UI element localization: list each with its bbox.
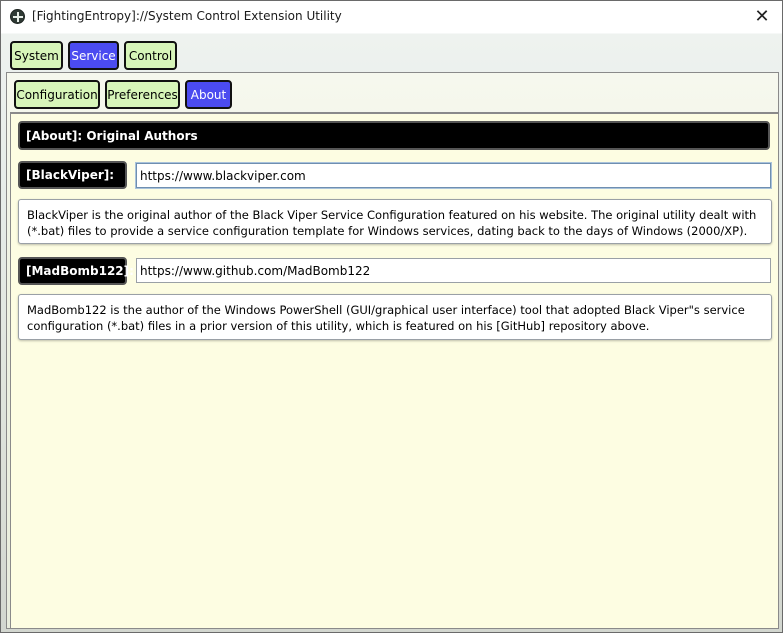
about-tab-panel <box>10 112 779 629</box>
about-header: [About]: Original Authors <box>18 121 770 150</box>
tab-service[interactable]: Service <box>68 41 119 70</box>
app-window: [FightingEntropy]://System Control Exten… <box>0 0 783 633</box>
tab-preferences[interactable]: Preferences <box>105 80 180 109</box>
madbomb122-label: [MadBomb122]: <box>18 257 134 285</box>
blackviper-url-field[interactable] <box>136 163 771 188</box>
blackviper-label: [BlackViper]: <box>18 161 127 189</box>
madbomb122-description: MadBomb122 is the author of the Windows … <box>18 294 772 340</box>
main-tab-bar: System Service Control <box>10 41 177 70</box>
title-bar: [FightingEntropy]://System Control Exten… <box>1 1 782 32</box>
blackviper-description: BlackViper is the original author of the… <box>18 199 772 244</box>
window-title: [FightingEntropy]://System Control Exten… <box>32 9 342 23</box>
madbomb122-url-field[interactable] <box>136 258 771 283</box>
tab-system[interactable]: System <box>10 41 63 70</box>
app-icon <box>10 9 25 24</box>
tab-configuration[interactable]: Configuration <box>14 80 100 109</box>
tab-about[interactable]: About <box>185 80 232 109</box>
close-button[interactable]: ✕ <box>742 1 782 32</box>
sub-tab-bar: Configuration Preferences About <box>14 80 232 109</box>
tab-control[interactable]: Control <box>124 41 177 70</box>
